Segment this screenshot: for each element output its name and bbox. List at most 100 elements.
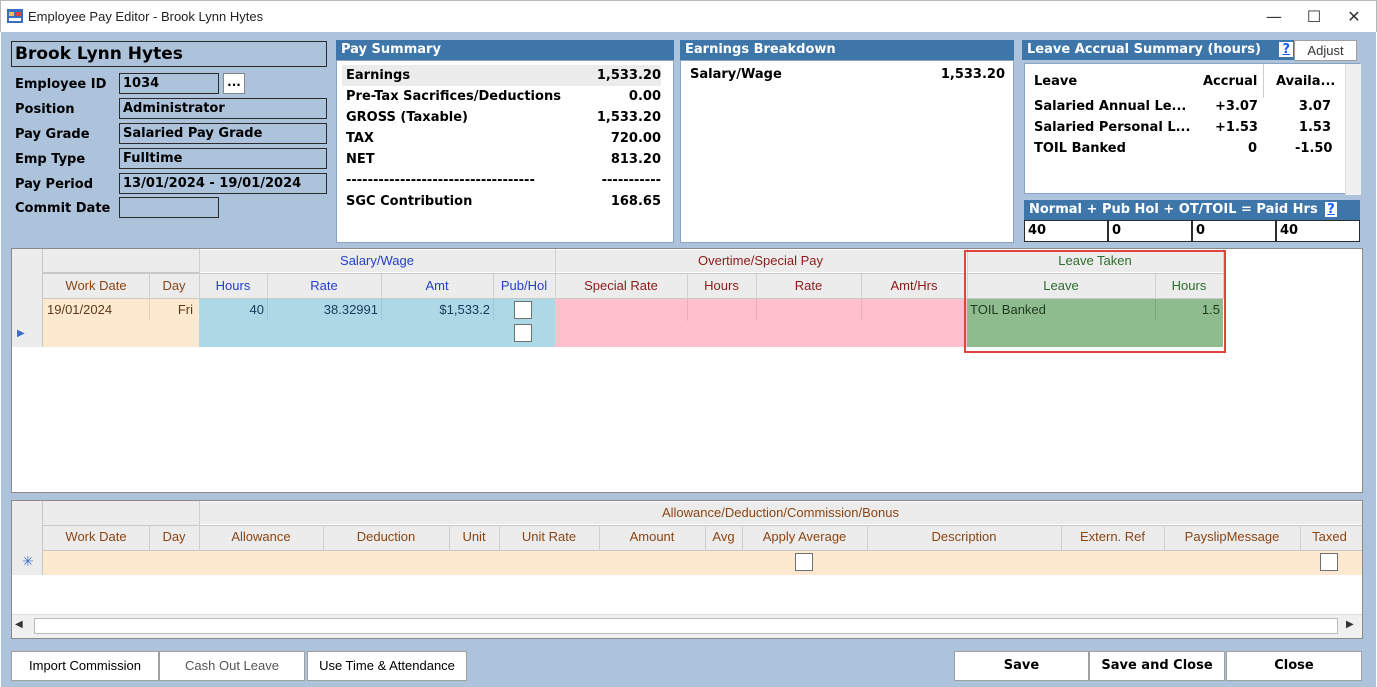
maximize-button[interactable]: ☐ bbox=[1294, 5, 1334, 29]
pubhol-hours-field[interactable]: 0 bbox=[1108, 220, 1192, 242]
scroll-left-icon[interactable]: ◀ bbox=[15, 619, 23, 630]
col-amount[interactable]: Amount bbox=[599, 526, 705, 548]
col-avg[interactable]: Avg bbox=[705, 526, 742, 548]
emp-type-field[interactable]: Fulltime bbox=[119, 148, 327, 169]
import-commission-button[interactable]: Import Commission bbox=[11, 651, 159, 681]
col-apply-average[interactable]: Apply Average bbox=[742, 526, 867, 548]
taxed-checkbox[interactable] bbox=[1320, 553, 1338, 571]
scrollbar-thumb[interactable] bbox=[34, 618, 1338, 634]
pay-grade-field[interactable]: Salaried Pay Grade bbox=[119, 123, 327, 144]
use-time-attendance-button[interactable]: Use Time & Attendance bbox=[307, 651, 467, 681]
group-header-salary: Salary/Wage bbox=[199, 250, 555, 272]
row-hours[interactable]: 40 bbox=[199, 299, 264, 321]
summary-row-earnings: Earnings 1,533.20 bbox=[342, 65, 661, 86]
adjust-button[interactable]: Adjust bbox=[1294, 40, 1357, 61]
employee-name-box: Brook Lynn Hytes bbox=[11, 41, 327, 67]
col-ot-hours[interactable]: Hours bbox=[687, 275, 756, 297]
col-unit[interactable]: Unit bbox=[449, 526, 499, 548]
divider bbox=[267, 273, 268, 299]
new-row-pub-hol-checkbox[interactable] bbox=[514, 324, 532, 342]
col-description[interactable]: Description bbox=[867, 526, 1061, 548]
divider bbox=[742, 525, 743, 551]
col-work-date[interactable]: Work Date bbox=[43, 275, 149, 297]
normal-hours-field[interactable]: 40 bbox=[1024, 220, 1108, 242]
row-amt[interactable]: $1,533.2 bbox=[381, 299, 490, 321]
new-row[interactable] bbox=[43, 551, 1362, 575]
divider bbox=[449, 525, 450, 551]
pay-grade-label: Pay Grade bbox=[15, 127, 90, 142]
divider bbox=[493, 299, 494, 321]
hours-summary-header: Normal + Pub Hol + OT/TOIL = Paid Hrs ? bbox=[1024, 200, 1360, 220]
col-ot-rate[interactable]: Rate bbox=[756, 275, 861, 297]
pay-summary-panel: Pay Summary Earnings 1,533.20 Pre-Tax Sac… bbox=[336, 40, 674, 243]
paid-hours-field[interactable]: 40 bbox=[1276, 220, 1360, 242]
horizontal-scrollbar[interactable]: ◀ ▶ bbox=[12, 614, 1362, 638]
leave-row-toil-name: TOIL Banked bbox=[1034, 141, 1126, 156]
leave-row-toil-available: -1.50 bbox=[1295, 141, 1333, 156]
cash-out-leave-button[interactable]: Cash Out Leave bbox=[159, 651, 305, 681]
summary-row-net: NET 813.20 bbox=[346, 152, 661, 167]
col-unit-rate[interactable]: Unit Rate bbox=[499, 526, 599, 548]
group-header-spacer bbox=[43, 501, 199, 525]
row-rate[interactable]: 38.32991 bbox=[267, 299, 378, 321]
leave-row-personal-accrual: +1.53 bbox=[1215, 120, 1258, 135]
leave-accrual-help-icon[interactable]: ? bbox=[1279, 42, 1294, 57]
window-titlebar: Employee Pay Editor - Brook Lynn Hytes —… bbox=[0, 0, 1377, 32]
divider bbox=[687, 273, 688, 299]
window-title: Employee Pay Editor - Brook Lynn Hytes bbox=[28, 9, 264, 24]
save-and-close-button[interactable]: Save and Close bbox=[1089, 651, 1225, 681]
summary-row-sgc: SGC Contribution 168.65 bbox=[346, 194, 661, 209]
row-pub-hol-checkbox[interactable] bbox=[514, 301, 532, 319]
employee-id-field[interactable]: 1034 bbox=[119, 73, 219, 94]
apply-average-checkbox[interactable] bbox=[795, 553, 813, 571]
leave-accrual-scrollbar[interactable] bbox=[1345, 64, 1361, 195]
col-day[interactable]: Day bbox=[149, 275, 199, 297]
hours-summary-help-icon[interactable]: ? bbox=[1325, 202, 1337, 217]
divider bbox=[599, 525, 600, 551]
col-special-rate[interactable]: Special Rate bbox=[555, 275, 687, 297]
scroll-right-icon[interactable]: ▶ bbox=[1346, 619, 1354, 630]
earnings-breakdown-header: Earnings Breakdown bbox=[680, 40, 1014, 60]
col-payslip-message[interactable]: PayslipMessage bbox=[1164, 526, 1300, 548]
pay-period-field[interactable]: 13/01/2024 - 19/01/2024 bbox=[119, 173, 327, 194]
col-pub-hol[interactable]: Pub/Hol bbox=[493, 275, 555, 297]
divider bbox=[1164, 525, 1165, 551]
col-rate[interactable]: Rate bbox=[267, 275, 381, 297]
col-deduction[interactable]: Deduction bbox=[323, 526, 449, 548]
col-extern-ref[interactable]: Extern. Ref bbox=[1061, 526, 1164, 548]
employee-lookup-button[interactable]: ... bbox=[223, 73, 245, 94]
minimize-button[interactable]: — bbox=[1254, 5, 1294, 29]
summary-row-pretax: Pre-Tax Sacrifices/Deductions 0.00 bbox=[346, 89, 661, 104]
row-day[interactable]: Fri bbox=[149, 299, 193, 321]
summary-row-gross: GROSS (Taxable) 1,533.20 bbox=[346, 110, 661, 125]
col-allowance[interactable]: Allowance bbox=[199, 526, 323, 548]
current-row-indicator-icon: ▶ bbox=[17, 328, 25, 339]
save-button[interactable]: Save bbox=[954, 651, 1089, 681]
col-day[interactable]: Day bbox=[149, 526, 199, 548]
divider bbox=[1061, 525, 1062, 551]
allowance-grid: ✳ Allowance/Deduction/Commission/Bonus W… bbox=[11, 500, 1363, 639]
ot-toil-hours-field[interactable]: 0 bbox=[1192, 220, 1276, 242]
col-amt-hrs[interactable]: Amt/Hrs bbox=[861, 275, 967, 297]
close-window-button[interactable]: ✕ bbox=[1334, 5, 1374, 29]
divider bbox=[493, 273, 494, 299]
leave-accrual-header: Leave Accrual Summary (hours) ? bbox=[1022, 40, 1294, 60]
commit-date-field[interactable] bbox=[119, 197, 219, 218]
commit-date-label: Commit Date bbox=[15, 201, 111, 216]
hours-summary-values: 40 0 0 40 bbox=[1024, 220, 1360, 242]
row-work-date[interactable]: 19/01/2024 bbox=[47, 299, 147, 321]
employee-id-label: Employee ID bbox=[15, 77, 107, 92]
col-hours[interactable]: Hours bbox=[199, 275, 267, 297]
leave-row-annual-name: Salaried Annual Le... bbox=[1034, 99, 1187, 114]
position-field[interactable]: Administrator bbox=[119, 98, 327, 119]
col-taxed[interactable]: Taxed bbox=[1300, 526, 1359, 548]
earnings-breakdown-panel: Earnings Breakdown Salary/Wage 1,533.20 bbox=[680, 40, 1014, 243]
pay-grid: ▶ Salary/Wage Overtime/Special Pay Leave… bbox=[11, 248, 1363, 493]
pay-summary-body: Earnings 1,533.20 Pre-Tax Sacrifices/Dedu… bbox=[336, 60, 674, 243]
close-button[interactable]: Close bbox=[1226, 651, 1362, 681]
earnings-breakdown-body: Salary/Wage 1,533.20 bbox=[680, 60, 1014, 243]
col-work-date[interactable]: Work Date bbox=[43, 526, 149, 548]
leave-row-personal-name: Salaried Personal L... bbox=[1034, 120, 1191, 135]
divider bbox=[149, 525, 150, 551]
col-amt[interactable]: Amt bbox=[381, 275, 493, 297]
